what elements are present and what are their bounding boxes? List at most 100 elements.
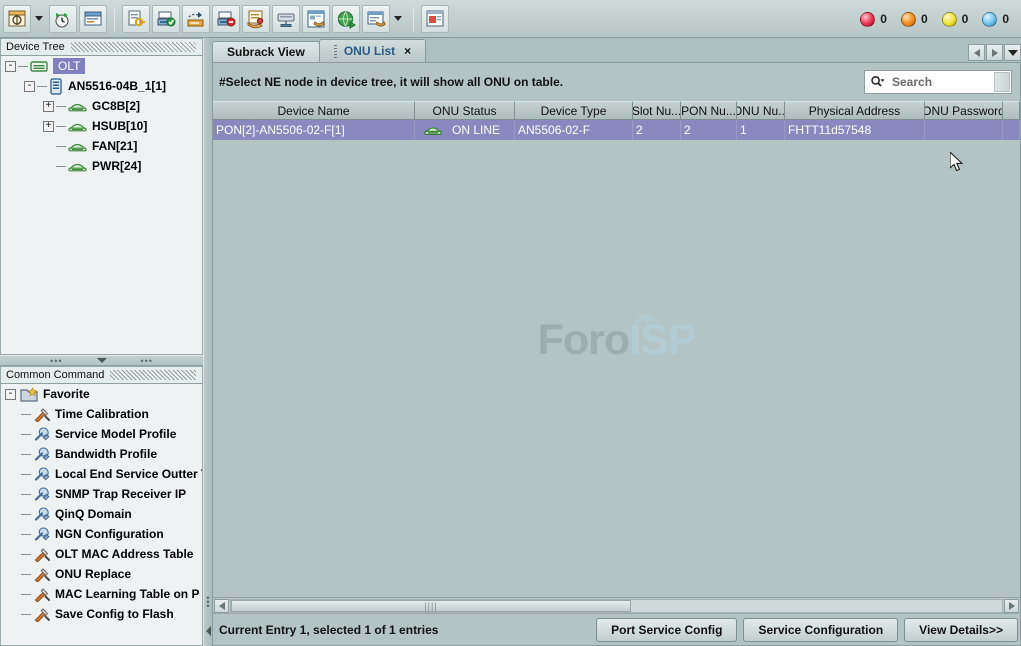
column-header[interactable]: Device Name bbox=[213, 101, 415, 120]
column-header-label: PON Nu... bbox=[681, 104, 736, 118]
vertical-splitter[interactable]: ••• bbox=[203, 38, 212, 646]
table-cell: 2 bbox=[633, 120, 681, 140]
report-icon[interactable] bbox=[362, 5, 390, 33]
device-tree-node[interactable]: PWR[24] bbox=[1, 156, 202, 176]
column-header[interactable] bbox=[1003, 101, 1020, 120]
tree-connector-line bbox=[21, 474, 31, 475]
column-header[interactable]: Slot Nu... bbox=[633, 101, 681, 120]
common-command-item[interactable]: NGN Configuration bbox=[1, 524, 202, 544]
discover-device-icon[interactable] bbox=[182, 5, 210, 33]
scroll-left-button[interactable] bbox=[214, 599, 229, 613]
common-command-item[interactable]: Time Calibration bbox=[1, 404, 202, 424]
column-header[interactable]: PON Nu... bbox=[681, 101, 737, 120]
performance-icon[interactable] bbox=[421, 5, 449, 33]
network-window-icon[interactable] bbox=[3, 5, 31, 33]
report-dropdown-arrow[interactable] bbox=[391, 5, 405, 33]
time-sync-icon[interactable] bbox=[49, 5, 77, 33]
device-manager-icon[interactable] bbox=[302, 5, 330, 33]
vertical-splitter-collapse-icon[interactable] bbox=[206, 626, 211, 636]
alarm-major[interactable]: 0 bbox=[901, 12, 928, 27]
toolbar-dropdown-arrow[interactable] bbox=[32, 5, 46, 33]
delete-device-icon[interactable] bbox=[212, 5, 240, 33]
add-device-icon[interactable] bbox=[152, 5, 180, 33]
tree-connector-line bbox=[21, 554, 31, 555]
common-command-root[interactable]: -Favorite bbox=[1, 384, 202, 404]
device-tree-node[interactable]: +HSUB[10] bbox=[1, 116, 202, 136]
device-tree-body[interactable]: -OLT-AN5516-04B_1[1] + GC8B[2] +HSUB[10]FAN… bbox=[0, 56, 203, 355]
horizontal-splitter[interactable]: ••• ••• bbox=[0, 355, 203, 366]
column-header[interactable]: Physical Address bbox=[785, 101, 925, 120]
prev-tab-button[interactable] bbox=[968, 44, 985, 61]
table-row[interactable]: PON[2]-AN5506-02-F[1]ON LINEAN5506-02-F2… bbox=[213, 120, 1020, 140]
globe-icon[interactable] bbox=[332, 5, 360, 33]
common-command-item[interactable]: Service Model Profile bbox=[1, 424, 202, 444]
splitter-collapse-icon[interactable] bbox=[97, 358, 107, 363]
folder-star-icon bbox=[20, 387, 38, 402]
tools-icon bbox=[33, 607, 50, 622]
ne-icon bbox=[49, 78, 63, 95]
alarm-warning[interactable]: 0 bbox=[982, 12, 1009, 27]
alarm-critical[interactable]: 0 bbox=[860, 12, 887, 27]
scroll-right-button[interactable] bbox=[1004, 599, 1019, 613]
scrollbar-thumb[interactable]: |||| bbox=[231, 600, 631, 612]
search-input[interactable]: Search bbox=[864, 70, 1012, 94]
device-tree-drag-grip[interactable] bbox=[71, 42, 196, 52]
search-placeholder: Search bbox=[892, 75, 932, 89]
table-cell-text: PON[2]-AN5506-02-F[1] bbox=[216, 123, 345, 137]
subrack-icon[interactable] bbox=[272, 5, 300, 33]
tree-expand-icon[interactable]: + bbox=[43, 101, 54, 112]
common-command-item[interactable]: MAC Learning Table on P bbox=[1, 584, 202, 604]
tab-close-icon[interactable]: × bbox=[404, 44, 411, 58]
table-header-row[interactable]: Device NameONU StatusDevice TypeSlot Nu.… bbox=[213, 101, 1020, 120]
common-command-body[interactable]: -FavoriteTime Calibration Service Model P… bbox=[0, 384, 203, 646]
common-command-item[interactable]: Local End Service Outter T bbox=[1, 464, 202, 484]
device-tree-node-label: PWR[24] bbox=[92, 159, 141, 173]
tab-subrack-view[interactable]: Subrack View bbox=[212, 41, 320, 62]
common-command-item[interactable]: Bandwidth Profile bbox=[1, 444, 202, 464]
authorization-key-icon[interactable] bbox=[122, 5, 150, 33]
table-cell-text: 2 bbox=[684, 123, 691, 137]
tree-expand-icon[interactable]: + bbox=[43, 121, 54, 132]
service-configuration-button[interactable]: Service Configuration bbox=[743, 618, 898, 642]
port-service-config-button[interactable]: Port Service Config bbox=[596, 618, 737, 642]
tree-collapse-icon[interactable]: - bbox=[24, 81, 35, 92]
service-config-icon[interactable] bbox=[242, 5, 270, 33]
view-details-button[interactable]: View Details>> bbox=[904, 618, 1018, 642]
onu-list-icon[interactable] bbox=[79, 5, 107, 33]
column-header[interactable]: ONU Status bbox=[415, 101, 515, 120]
device-tree-node[interactable]: FAN[21] bbox=[1, 136, 202, 156]
column-header[interactable]: ONU Password bbox=[925, 101, 1003, 120]
common-command-item[interactable]: Save Config to Flash bbox=[1, 604, 202, 624]
device-tree-node-label: GC8B[2] bbox=[92, 99, 140, 113]
device-tree-node[interactable]: -OLT bbox=[1, 56, 202, 76]
common-command-item[interactable]: SNMP Trap Receiver IP bbox=[1, 484, 202, 504]
alarm-minor[interactable]: 0 bbox=[942, 12, 969, 27]
scrollbar-track[interactable]: |||| bbox=[230, 599, 1003, 613]
column-header[interactable]: Device Type bbox=[515, 101, 633, 120]
search-scroll-thumb[interactable] bbox=[994, 72, 1010, 92]
main-toolbar: 0 0 0 0 bbox=[0, 0, 1021, 38]
tab-list-dropdown-button[interactable] bbox=[1004, 44, 1021, 61]
common-command-item[interactable]: ONU Replace bbox=[1, 564, 202, 584]
common-command-item[interactable]: OLT MAC Address Table bbox=[1, 544, 202, 564]
column-header[interactable]: ONU Nu... bbox=[737, 101, 785, 120]
tab-label: ONU List bbox=[344, 44, 395, 58]
watermark-isp-wrap: ISP bbox=[629, 316, 695, 365]
device-tree-node[interactable]: + GC8B[2] bbox=[1, 96, 202, 116]
foroisp-watermark: Foro ISP bbox=[538, 316, 696, 365]
tree-connector-line bbox=[18, 66, 28, 67]
tree-collapse-icon[interactable]: - bbox=[5, 61, 16, 72]
table-cell: PON[2]-AN5506-02-F[1] bbox=[213, 120, 415, 140]
common-command-drag-grip[interactable] bbox=[110, 370, 196, 380]
table-body[interactable]: PON[2]-AN5506-02-F[1]ON LINEAN5506-02-F2… bbox=[213, 120, 1020, 627]
next-tab-button[interactable] bbox=[986, 44, 1003, 61]
tree-collapse-icon[interactable]: - bbox=[5, 389, 16, 400]
common-command-item[interactable]: QinQ Domain bbox=[1, 504, 202, 524]
toolbar-group-1 bbox=[0, 5, 110, 33]
tab-onu-list[interactable]: ONU List × bbox=[319, 39, 426, 62]
device-tree-node[interactable]: -AN5516-04B_1[1] bbox=[1, 76, 202, 96]
common-command-item-label: Service Model Profile bbox=[55, 427, 176, 441]
horizontal-scrollbar[interactable]: |||| bbox=[213, 597, 1020, 613]
table-cell bbox=[925, 120, 1003, 140]
tree-connector-line bbox=[21, 574, 31, 575]
